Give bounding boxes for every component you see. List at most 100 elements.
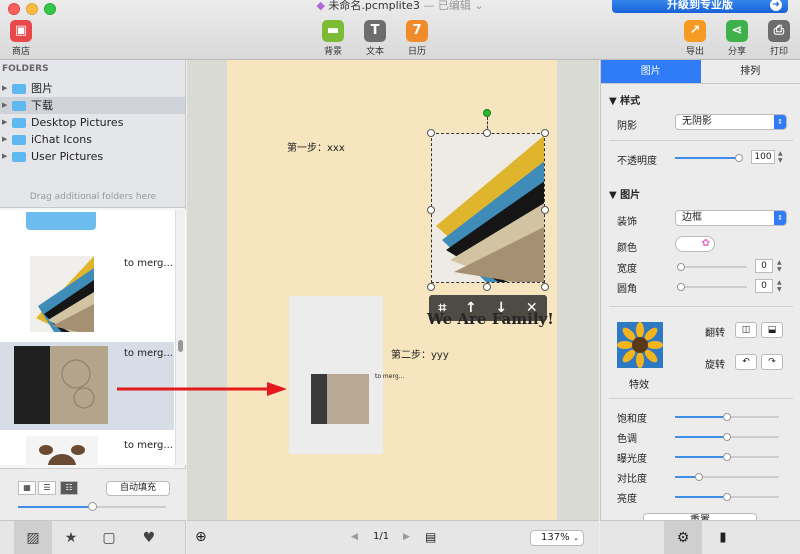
corner-radius-slider[interactable] [677, 283, 747, 291]
grid-view-icon[interactable]: ▦ [18, 481, 36, 495]
disclosure-triangle-icon[interactable]: ▶ [2, 80, 12, 97]
photo-browser[interactable]: to merg... to merg... to merg... [0, 210, 186, 465]
collage-page[interactable]: 第一步：xxx 第二步：yyy to merg... ⌗ ↑ ↓ ✕ [227, 60, 557, 520]
width-slider[interactable] [677, 263, 747, 271]
rotate-handle[interactable] [483, 109, 491, 117]
selected-photo[interactable] [431, 133, 545, 283]
resize-handle-bottom[interactable] [483, 283, 491, 291]
previous-page-icon[interactable]: ◀ [351, 532, 358, 542]
zoom-fit-icon[interactable]: ⊕ [195, 529, 207, 545]
thumbnail-size-slider[interactable] [18, 502, 166, 511]
rotate-left-icon[interactable]: ↶ [735, 354, 757, 370]
flip-horizontal-icon[interactable]: ◫ [735, 322, 757, 338]
corner-radius-stepper[interactable]: ▲ ▼ [777, 279, 783, 293]
folder-item-user-pictures[interactable]: ▶ User Pictures [0, 148, 185, 165]
send-backward-icon[interactable]: ↓ [495, 300, 507, 316]
slider-knob[interactable] [677, 283, 685, 291]
canvas-area[interactable]: 第一步：xxx 第二步：yyy to merg... ⌗ ↑ ↓ ✕ [187, 60, 599, 520]
folder-item-downloads[interactable]: ▶ 下载 [0, 97, 185, 114]
photo-thumbnail[interactable] [26, 436, 98, 465]
folder-item-ichat-icons[interactable]: ▶ iChat Icons [0, 131, 185, 148]
effect-preview-image[interactable] [617, 322, 663, 368]
resize-handle-top[interactable] [483, 129, 491, 137]
upgrade-button[interactable]: 升级到专业版 ➜ [612, 0, 788, 13]
photo-on-page[interactable] [311, 374, 369, 424]
share-button[interactable]: ⋖ 分享 [726, 20, 748, 57]
image-section-header[interactable]: ▼ 图片 [609, 186, 640, 201]
folder-item-desktop-pictures[interactable]: ▶ Desktop Pictures [0, 114, 185, 131]
photos-tab-icon[interactable]: ▨ [14, 521, 52, 554]
background-button[interactable]: ▬ 背景 [322, 20, 344, 57]
photo-browser-scrollbar[interactable] [175, 210, 185, 465]
scrollbar-thumb[interactable] [178, 340, 183, 352]
photo-list-item[interactable]: to merg... [0, 256, 174, 344]
photo-list-item[interactable]: to merg... [0, 434, 174, 465]
export-button[interactable]: ↗ 导出 [684, 20, 706, 57]
flip-vertical-icon[interactable]: ⬓ [761, 322, 783, 338]
heart-icon[interactable]: ♥ [130, 521, 168, 554]
hue-slider[interactable] [675, 433, 779, 441]
style-section-header[interactable]: ▼ 样式 [609, 92, 640, 107]
pages-icon[interactable]: ▤ [425, 530, 436, 544]
shadow-select[interactable]: 无阴影 ⇕ [675, 114, 787, 130]
slider-knob[interactable] [694, 473, 703, 481]
gear-icon[interactable]: ⚙ [664, 521, 702, 554]
slider-knob[interactable] [723, 493, 731, 501]
folder-item-pictures[interactable]: ▶ 图片 [0, 80, 185, 97]
corner-radius-input[interactable]: 0 [755, 279, 773, 293]
brightness-slider[interactable] [675, 493, 779, 501]
resize-handle-bottom-left[interactable] [427, 283, 435, 291]
zoom-select[interactable]: 137% ⌄ [530, 530, 584, 546]
opacity-stepper[interactable]: ▲ ▼ [778, 150, 784, 164]
contrast-slider[interactable] [675, 473, 779, 481]
divider [609, 398, 793, 399]
rotate-right-icon[interactable]: ↷ [761, 354, 783, 370]
disclosure-triangle-icon[interactable]: ▶ [2, 114, 12, 131]
opacity-input[interactable]: 100 [751, 150, 775, 164]
step2-text[interactable]: 第二步：yyy [391, 346, 449, 361]
frames-icon[interactable]: ▢ [90, 521, 128, 554]
disclosure-triangle-icon[interactable]: ▶ [2, 131, 12, 148]
exposure-slider[interactable] [675, 453, 779, 461]
autofill-button[interactable]: 自动填充 [106, 481, 170, 496]
slider-knob[interactable] [735, 154, 743, 162]
saturation-slider[interactable] [675, 413, 779, 421]
text-button[interactable]: T 文本 [364, 20, 386, 57]
opacity-slider[interactable] [675, 154, 743, 162]
step1-text[interactable]: 第一步：xxx [287, 139, 345, 154]
photo-thumbnail[interactable] [14, 346, 108, 424]
slider-fill [675, 496, 727, 498]
crop-icon[interactable]: ⌗ [438, 300, 446, 316]
color-well[interactable]: ✿ [675, 236, 715, 252]
width-stepper[interactable]: ▲ ▼ [777, 259, 783, 273]
calendar-button[interactable]: 7 日历 [406, 20, 428, 57]
document-icon[interactable]: ▮ [704, 521, 742, 554]
photo-thumbnail-partial[interactable] [26, 212, 96, 230]
width-input[interactable]: 0 [755, 259, 773, 273]
print-button[interactable]: ⎙ 打印 [768, 20, 790, 57]
tab-image[interactable]: 图片 [601, 60, 701, 83]
store-button[interactable]: ▣ 商店 [10, 20, 32, 57]
slider-knob[interactable] [677, 263, 685, 271]
bring-forward-icon[interactable]: ↑ [465, 300, 477, 316]
resize-handle-bottom-right[interactable] [541, 283, 549, 291]
favorites-star-icon[interactable]: ★ [52, 521, 90, 554]
slider-knob[interactable] [723, 413, 731, 421]
slider-knob[interactable] [723, 453, 731, 461]
list-view-icon[interactable]: ☰ [38, 481, 56, 495]
resize-handle-right[interactable] [541, 206, 549, 214]
disclosure-triangle-icon[interactable]: ▶ [2, 148, 12, 165]
disclosure-triangle-icon[interactable]: ▶ [2, 97, 12, 114]
resize-handle-top-right[interactable] [541, 129, 549, 137]
slider-knob[interactable] [88, 502, 97, 511]
detail-view-icon[interactable]: ☷ [60, 481, 78, 495]
decoration-select[interactable]: 边框 ⇕ [675, 210, 787, 226]
tab-arrange[interactable]: 排列 [701, 60, 800, 83]
rotate-label: 旋转 [705, 360, 725, 371]
resize-handle-top-left[interactable] [427, 129, 435, 137]
next-page-icon[interactable]: ▶ [403, 532, 410, 542]
photo-thumbnail[interactable] [30, 256, 94, 332]
resize-handle-left[interactable] [427, 206, 435, 214]
slider-knob[interactable] [723, 433, 731, 441]
delete-icon[interactable]: ✕ [526, 300, 538, 316]
